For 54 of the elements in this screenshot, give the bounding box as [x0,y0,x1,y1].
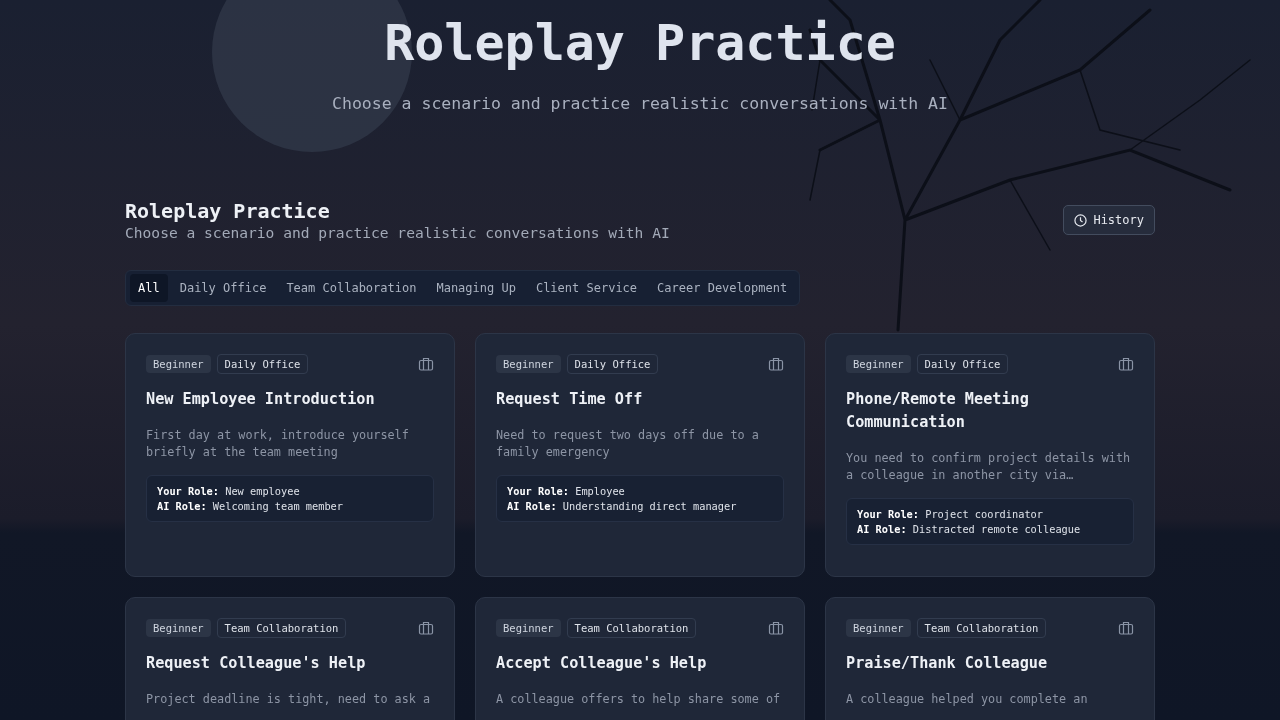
scenario-description: A colleague offers to help share some of [496,691,782,708]
scenario-description: You need to confirm project details with a colleague in another city via… [846,450,1132,484]
scenario-description: Project deadline is tight, need to ask a [146,691,432,708]
clock-icon [1074,213,1088,227]
category-tag: Daily Office [916,354,1009,374]
role-line: AI Role: Welcoming team member [157,500,344,512]
briefcase-icon [768,356,784,372]
category-tag: Team Collaboration [216,618,347,638]
scenario-title: Accept Colleague's Help [496,653,708,674]
level-tag: Beginner [146,355,211,373]
scenario-card[interactable]: Beginner Daily Office New Employee Introduction First day at work, introduce yourself briefly at the team meeting Your Role: New employee AI Role: Welcoming team member [125,333,455,577]
scenario-description: First day at work, introduce yourself briefly at the team meeting [146,427,410,461]
category-tab[interactable]: Career Development [649,274,796,302]
level-tag: Beginner [146,619,211,637]
scenario-card[interactable]: Beginner Team Collaboration Request Colleague's Help Project deadline is tight, need to ask a [125,597,455,720]
scenario-card[interactable]: Beginner Team Collaboration Accept Colleague's Help A colleague offers to help share some of [475,597,805,720]
section-subtitle: Choose a scenario and practice realistic conversations with AI [125,224,670,241]
briefcase-icon [1118,356,1134,372]
level-tag: Beginner [496,619,561,637]
page-subtitle: Choose a scenario and practice realistic conversations with AI [332,94,948,113]
role-line: Your Role: Employee [507,485,626,497]
category-tab[interactable]: All [130,274,168,302]
role-line: AI Role: Distracted remote colleague [857,523,1082,535]
scenario-title: Praise/Thank Colleague [846,653,1049,674]
level-tag: Beginner [846,619,911,637]
scenario-card[interactable]: Beginner Daily Office Request Time Off Need to request two days off due to a family emergency Your Role: Employee AI Role: Understanding direct manager [475,333,805,577]
briefcase-icon [418,620,434,636]
scenario-title: Phone/Remote Meeting Communication [846,389,1030,433]
role-line: Your Role: Project coordinator [857,508,1044,520]
category-tag: Daily Office [216,354,309,374]
scenario-card[interactable]: Beginner Daily Office Phone/Remote Meeting Communication You need to confirm project details with a colleague in another city via… Your Role: Project coordinator AI Role: Distracted remote colleague [825,333,1155,577]
section-title: Roleplay Practice [125,199,331,223]
briefcase-icon [1118,620,1134,636]
scenario-title: New Employee Introduction [146,389,376,410]
category-tag: Team Collaboration [916,618,1047,638]
category-tab[interactable]: Team Collaboration [278,274,425,302]
scenario-title: Request Time Off [496,389,644,410]
briefcase-icon [768,620,784,636]
role-line: AI Role: Understanding direct manager [507,500,738,512]
level-tag: Beginner [496,355,561,373]
history-button[interactable]: History [1063,205,1155,235]
page-title: Roleplay Practice [384,14,896,72]
briefcase-icon [418,356,434,372]
category-tag: Daily Office [566,354,659,374]
scenario-description: A colleague helped you complete an [846,691,1089,708]
category-tab[interactable]: Client Service [527,274,646,302]
level-tag: Beginner [846,355,911,373]
scenario-card[interactable]: Beginner Team Collaboration Praise/Thank Colleague A colleague helped you complete an [825,597,1155,720]
category-tag: Team Collaboration [566,618,697,638]
scenario-description: Need to request two days off due to a family emergency [496,427,760,461]
category-tab[interactable]: Daily Office [171,274,275,302]
scenario-title: Request Colleague's Help [146,653,367,674]
role-line: Your Role: New employee [157,485,301,497]
category-tab[interactable]: Managing Up [428,274,524,302]
